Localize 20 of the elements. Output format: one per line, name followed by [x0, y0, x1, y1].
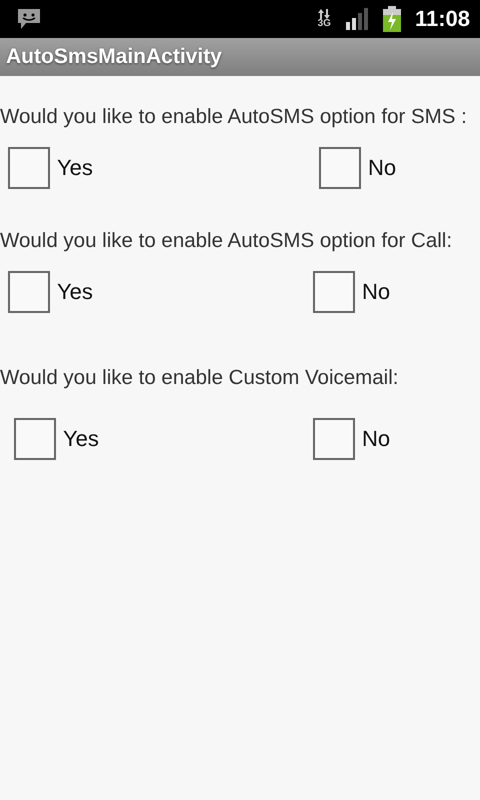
question-text: Would you like to enable Custom Voicemail:: [0, 366, 400, 390]
checkbox-label[interactable]: Yes: [57, 279, 93, 305]
message-icon: [16, 7, 42, 31]
checkbox-label[interactable]: Yes: [63, 426, 99, 452]
checkbox-label[interactable]: No: [362, 426, 390, 452]
checkbox-label[interactable]: No: [368, 155, 396, 181]
checkbox-label[interactable]: No: [362, 279, 390, 305]
checkbox[interactable]: [8, 271, 50, 313]
checkbox-label[interactable]: Yes: [57, 155, 93, 181]
clock-time: 11:08: [414, 6, 470, 32]
app-title: AutoSmsMainActivity: [6, 45, 222, 69]
checkbox[interactable]: [14, 418, 56, 460]
checkbox[interactable]: [8, 147, 50, 189]
battery-icon: [382, 6, 401, 32]
checkbox[interactable]: [319, 147, 361, 189]
checkbox[interactable]: [313, 418, 355, 460]
question-text: Would you like to enable AutoSMS option for SMS :: [0, 105, 468, 129]
checkbox[interactable]: [313, 271, 355, 313]
question-text: Would you like to enable AutoSMS option for Call:: [0, 229, 454, 253]
signal-icon: [344, 8, 369, 30]
